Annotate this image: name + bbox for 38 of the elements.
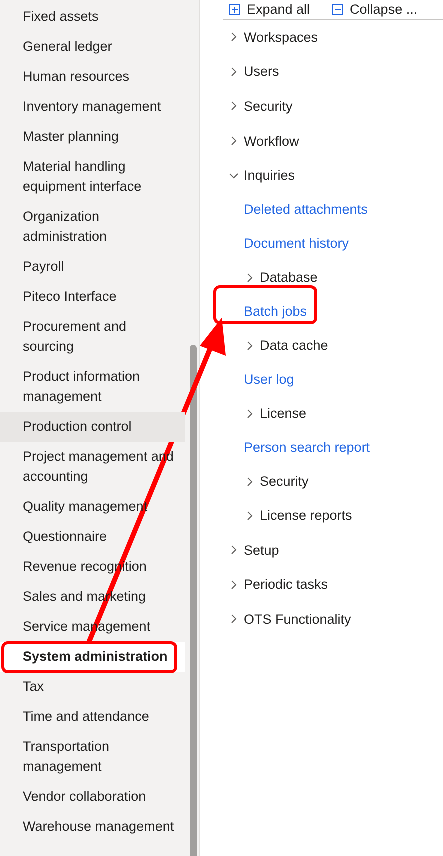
module-item[interactable]: Inventory management: [0, 92, 185, 122]
tree-group[interactable]: OTS Functionality: [223, 602, 352, 637]
tree-group[interactable]: Periodic tasks: [223, 568, 328, 602]
module-item[interactable]: Vendor collaboration: [0, 782, 185, 812]
module-item[interactable]: Production control: [0, 412, 185, 442]
tree-group[interactable]: Workspaces: [223, 20, 318, 55]
module-item[interactable]: Human resources: [0, 62, 185, 92]
module-item[interactable]: Questionnaire: [0, 522, 185, 552]
module-item[interactable]: Master planning: [0, 122, 185, 152]
tree-link[interactable]: User log: [223, 362, 294, 397]
module-item[interactable]: Product information management: [0, 362, 185, 412]
module-item[interactable]: Piteco Interface: [0, 282, 185, 312]
tree-group[interactable]: Workflow: [223, 124, 300, 158]
module-item[interactable]: Fixed assets: [0, 2, 185, 32]
tree-group[interactable]: Inquiries: [223, 158, 296, 193]
module-item[interactable]: Tax: [0, 672, 185, 702]
tree-subgroup[interactable]: License: [223, 396, 307, 431]
module-item[interactable]: Material handling equipment interface: [0, 152, 185, 202]
tree-subgroup[interactable]: License reports: [223, 498, 352, 533]
module-item[interactable]: Organization administration: [0, 202, 185, 252]
collapse-button[interactable]: Collapse ...: [332, 2, 418, 17]
tree-group[interactable]: Security: [223, 89, 293, 124]
module-item[interactable]: Transportation management: [0, 732, 185, 782]
tree-subgroup[interactable]: Security: [223, 464, 309, 499]
module-item[interactable]: Time and attendance: [0, 702, 185, 732]
tree-group[interactable]: Users: [223, 54, 280, 90]
tree-group[interactable]: Setup: [223, 532, 280, 568]
module-item[interactable]: Procurement and sourcing: [0, 312, 185, 362]
module-item[interactable]: General ledger: [0, 32, 185, 62]
tree-subgroup[interactable]: Data cache: [223, 328, 328, 363]
module-item[interactable]: Payroll: [0, 252, 185, 282]
tree-subgroup[interactable]: Database: [223, 260, 318, 295]
tree-link[interactable]: Person search report: [223, 430, 370, 465]
tree-link[interactable]: Deleted attachments: [223, 192, 368, 227]
tree-link[interactable]: Batch jobs: [223, 294, 308, 329]
expand-all-button[interactable]: Expand all: [229, 2, 310, 17]
tree-link[interactable]: Document history: [223, 226, 350, 261]
module-item[interactable]: Warehouse management: [0, 812, 185, 842]
